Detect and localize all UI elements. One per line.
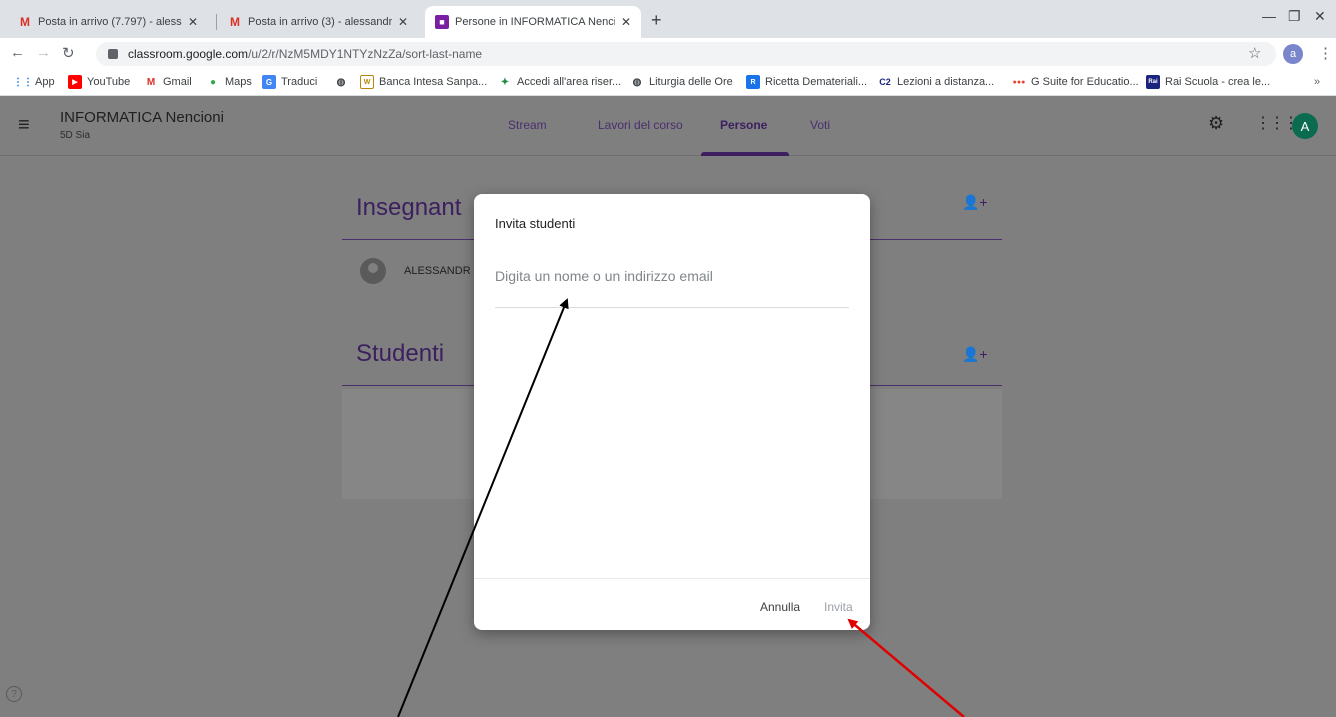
login-icon: ✦ [500, 76, 510, 88]
browser-menu-icon[interactable]: ⋮ [1318, 44, 1333, 62]
bank-icon: W [360, 75, 374, 89]
teachers-heading: Insegnant [356, 194, 462, 221]
youtube-icon: ▶ [68, 75, 82, 89]
bookmark-label: App [35, 76, 55, 88]
browser-profile-avatar[interactable]: a [1283, 44, 1303, 64]
bookmarks-bar: ⋮⋮ App ▶ YouTube M Gmail ● Maps G Traduc… [0, 70, 1336, 96]
back-arrow-icon[interactable]: ← [10, 44, 25, 61]
tab-stream[interactable]: Stream [508, 118, 547, 132]
bookmark-label: Ricetta Demateriali... [765, 76, 868, 88]
tab-voti[interactable]: Voti [810, 118, 830, 132]
tab-divider [216, 14, 217, 30]
close-tab-icon[interactable]: ✕ [398, 15, 408, 29]
add-student-icon[interactable]: 👤+ [962, 346, 988, 363]
lock-icon [108, 49, 118, 59]
tab-title: Posta in arrivo (7.797) - alessandr [38, 16, 182, 28]
close-tab-icon[interactable]: ✕ [621, 15, 631, 29]
bookmark-lezioni[interactable]: C2 Lezioni a distanza... [878, 75, 994, 89]
globe-icon: ◍ [632, 76, 642, 88]
add-teacher-icon[interactable]: 👤+ [962, 194, 988, 211]
students-heading: Studenti [356, 340, 445, 367]
cancel-button[interactable]: Annulla [760, 600, 800, 614]
bookmark-label: Accedi all'area riser... [517, 76, 622, 88]
gsuite-icon: ●●● [1012, 78, 1026, 86]
maps-pin-icon: ● [209, 76, 217, 88]
apps-grid-icon: ⋮⋮ [13, 76, 33, 88]
minimize-icon[interactable]: — [1262, 8, 1276, 24]
menu-hamburger-icon[interactable]: ≡ [18, 114, 30, 137]
bookmark-label: YouTube [87, 76, 131, 88]
new-tab-button[interactable]: + [651, 10, 662, 31]
url-host: classroom.google.com [128, 47, 249, 61]
help-icon[interactable]: ? [6, 686, 22, 702]
classroom-icon: ■ [435, 15, 449, 29]
bookmark-star-icon[interactable]: ☆ [1248, 44, 1261, 62]
bookmark-youtube[interactable]: ▶ YouTube [68, 75, 130, 89]
teacher-name: ALESSANDR [404, 265, 471, 277]
bookmark-label: Banca Intesa Sanpa... [379, 76, 488, 88]
bookmark-gsuite[interactable]: ●●● G Suite for Educatio... [1012, 75, 1139, 89]
bookmark-label: Rai Scuola - crea le... [1165, 76, 1271, 88]
classroom-appbar: ≡ INFORMATICA Nencioni 5D Sia Stream Lav… [0, 96, 1336, 156]
class-section: 5D Sia [60, 130, 91, 141]
bookmark-accedi[interactable]: ✦ Accedi all'area riser... [498, 75, 621, 89]
bookmark-globe[interactable]: ◍ [334, 75, 353, 89]
c2-icon: C2 [879, 77, 891, 87]
bookmark-gmail[interactable]: M Gmail [144, 75, 192, 89]
bookmark-label: Maps [225, 76, 252, 88]
bookmark-maps[interactable]: ● Maps [206, 75, 252, 89]
close-tab-icon[interactable]: ✕ [188, 15, 198, 29]
active-tab-indicator [701, 152, 789, 156]
bookmark-label: Liturgia delle Ore [649, 76, 733, 88]
bookmark-label: Lezioni a distanza... [897, 76, 995, 88]
maximize-icon[interactable]: ❐ [1288, 8, 1301, 25]
globe-icon: ◍ [336, 76, 346, 88]
invite-email-input[interactable] [495, 262, 849, 308]
bookmark-traduci[interactable]: G Traduci [262, 75, 317, 89]
account-avatar[interactable]: A [1292, 113, 1318, 139]
gmail-icon: M [146, 76, 156, 88]
browser-toolbar: ← → ↻ classroom.google.com /u/2/r/NzM5MD… [0, 38, 1336, 70]
forward-arrow-icon[interactable]: → [36, 44, 51, 61]
bookmark-ricetta[interactable]: R Ricetta Demateriali... [746, 75, 867, 89]
url-path: /u/2/r/NzM5MDY1NTYzNzZa/sort-last-name [248, 47, 483, 61]
tab-title: Persone in INFORMATICA Nencio [455, 16, 615, 28]
invite-students-dialog: Invita studenti Annulla Invita [474, 194, 870, 630]
invite-button[interactable]: Invita [824, 600, 853, 614]
dialog-title: Invita studenti [495, 216, 576, 231]
browser-tab-classroom[interactable]: ■ Persone in INFORMATICA Nencio ✕ [425, 6, 641, 38]
bookmark-banca-intesa[interactable]: W Banca Intesa Sanpa... [360, 75, 487, 89]
bookmark-label: Traduci [281, 76, 318, 88]
tab-persone[interactable]: Persone [720, 118, 767, 132]
translate-icon: G [262, 75, 276, 89]
reload-icon[interactable]: ↻ [62, 44, 75, 62]
bookmarks-overflow-button[interactable]: » [1314, 76, 1320, 88]
rai-icon: Rai [1146, 75, 1160, 89]
prescription-icon: R [746, 75, 760, 89]
tab-title: Posta in arrivo (3) - alessandro.ne [248, 16, 392, 28]
browser-tab-gmail-1[interactable]: M Posta in arrivo (7.797) - alessandr ✕ [8, 6, 208, 38]
bookmark-label: Gmail [163, 76, 192, 88]
google-apps-icon[interactable]: ⋮⋮⋮ [1255, 113, 1299, 133]
class-title[interactable]: INFORMATICA Nencioni [60, 109, 224, 126]
bookmark-label: G Suite for Educatio... [1031, 76, 1139, 88]
address-bar[interactable]: classroom.google.com /u/2/r/NzM5MDY1NTYz… [96, 42, 1276, 66]
gmail-icon: M [230, 15, 240, 29]
teacher-avatar [360, 258, 386, 284]
settings-gear-icon[interactable]: ⚙ [1208, 113, 1224, 134]
bookmark-app[interactable]: ⋮⋮ App [13, 75, 55, 89]
gmail-icon: M [20, 15, 30, 29]
browser-tab-gmail-2[interactable]: M Posta in arrivo (3) - alessandro.ne ✕ [218, 6, 418, 38]
dialog-footer-divider [474, 578, 870, 579]
browser-tabstrip: M Posta in arrivo (7.797) - alessandr ✕ … [0, 0, 1336, 38]
bookmark-liturgia[interactable]: ◍ Liturgia delle Ore [630, 75, 733, 89]
tab-lavori-del-corso[interactable]: Lavori del corso [598, 118, 683, 132]
close-window-icon[interactable]: ✕ [1314, 8, 1326, 25]
bookmark-rai-scuola[interactable]: Rai Rai Scuola - crea le... [1146, 75, 1270, 89]
